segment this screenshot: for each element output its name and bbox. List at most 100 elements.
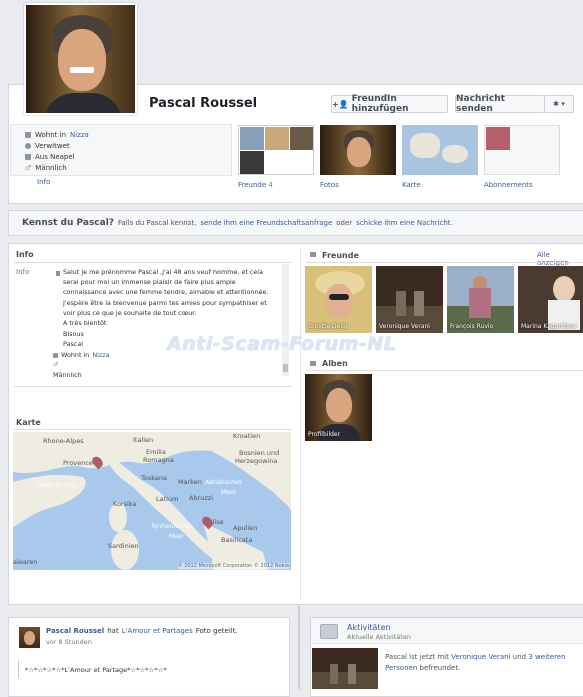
- map-label: Bosnien und: [239, 449, 280, 457]
- activity-friend-link[interactable]: Veronique Verani: [451, 653, 510, 661]
- photos-tile[interactable]: [320, 125, 396, 175]
- map-label: Toskana: [141, 474, 167, 482]
- friend-name: François Ruvio: [450, 323, 494, 330]
- map-label: Basilicata: [221, 536, 253, 544]
- post-timestamp[interactable]: vor 8 Stunden: [46, 638, 92, 646]
- map-tile[interactable]: [402, 125, 478, 175]
- activity-icon: [320, 624, 338, 639]
- about-item-hometown: Aus Neapel: [25, 151, 231, 162]
- map-label: Italien: [133, 436, 154, 444]
- album-card[interactable]: Profilbilder: [305, 374, 372, 441]
- residence-link[interactable]: Nizza: [70, 131, 89, 139]
- profile-picture[interactable]: [24, 3, 137, 115]
- know-pascal-bar: Kennst du Pascal? Falls du Pascal kennst…: [8, 210, 583, 236]
- home-icon: [25, 131, 31, 138]
- map-label: Herzegowina: [235, 457, 278, 465]
- friends-see-all-link[interactable]: Alle anzeigen: [537, 251, 583, 267]
- post-author[interactable]: Pascal Roussel: [46, 627, 104, 635]
- home-icon: [53, 352, 58, 358]
- add-friend-icon: +👤: [332, 99, 349, 109]
- profile-name[interactable]: Pascal Roussel: [149, 96, 257, 111]
- info-bottom-divider: [14, 386, 292, 387]
- map-label: Rhone-Alpes: [43, 437, 84, 445]
- about-item-gender: ♂ Männlich: [25, 163, 67, 172]
- gender-icon: ♂: [53, 361, 59, 368]
- friends-tile[interactable]: [238, 125, 314, 175]
- know-pascal-title: Kennst du Pascal?: [22, 218, 115, 228]
- about-box: Wohnt in Nizza Verwitwet Aus Neapel ♂ Mä…: [10, 124, 232, 176]
- friend-card[interactable]: Veronique Verani: [376, 266, 443, 333]
- timeline-spine: [298, 606, 300, 689]
- post-header: Pascal Roussel hat L'Amour et Partages F…: [46, 627, 238, 635]
- map-label: Korsika: [113, 500, 137, 508]
- map-label: Golfe du Lion: [37, 482, 77, 489]
- watermark-text: Anti-Scam-Forum-NL: [167, 333, 397, 355]
- friends-divider: [306, 262, 583, 263]
- map-label: Sardinien: [108, 542, 139, 550]
- map-attribution: © 2012 Microsoft Corporation © 2012 Noki…: [177, 563, 289, 569]
- map-label: Kroatien: [233, 432, 261, 440]
- map-label: Adriatisches: [205, 479, 242, 486]
- friend-name: Veronique Verani: [379, 323, 430, 330]
- friends-heading[interactable]: Freunde: [322, 251, 359, 260]
- photos-tile-label[interactable]: Fotos: [320, 181, 339, 189]
- post-page-link[interactable]: L'Amour et Partages: [122, 627, 193, 635]
- map-label: Apulien: [233, 524, 258, 532]
- albums-divider: [306, 370, 583, 371]
- info-signoff-2: Bisous: [63, 330, 84, 338]
- map-tile-label[interactable]: Karte: [402, 181, 421, 189]
- info-link[interactable]: Info: [37, 178, 50, 186]
- subscriptions-tile-label[interactable]: Abonnements: [484, 181, 533, 189]
- send-message-link[interactable]: schicke ihm eine Nachricht.: [356, 219, 453, 227]
- map-divider: [14, 429, 292, 430]
- gear-icon: ✱ ▾: [553, 100, 565, 108]
- subscriptions-tile[interactable]: [484, 125, 560, 175]
- albums-icon: [310, 361, 316, 366]
- info-bullet-icon: [56, 271, 60, 276]
- albums-heading[interactable]: Alben: [322, 359, 348, 368]
- info-gender: Männlich: [53, 371, 82, 379]
- info-label: Info: [16, 268, 30, 276]
- map-widget[interactable]: Rhone-Alpes Italien Kroatien Bosnien und…: [13, 432, 291, 570]
- activity-thumbnail[interactable]: [312, 648, 378, 689]
- info-heading: Info: [16, 250, 34, 259]
- heart-icon: [25, 142, 31, 149]
- about-item-relationship: Verwitwet: [25, 140, 231, 151]
- post-avatar[interactable]: [19, 627, 40, 648]
- map-label: Emilia: [146, 448, 166, 456]
- send-message-button[interactable]: Nachricht senden: [455, 94, 545, 114]
- about-item-residence: Wohnt in Nizza: [25, 129, 231, 140]
- info-residence-link[interactable]: Nizza: [92, 351, 109, 359]
- friend-request-link[interactable]: sende ihm eine Freundschaftsanfrage: [200, 219, 332, 227]
- activity-title[interactable]: Aktivitäten: [347, 623, 391, 632]
- map-label: Provence: [63, 459, 93, 467]
- album-name: Profilbilder: [308, 431, 341, 438]
- info-residence: Wohnt in Nizza: [53, 351, 110, 359]
- friend-card[interactable]: Brigitte Delor: [305, 266, 372, 333]
- friends-icon: [310, 252, 316, 257]
- friend-name: Marina Kaganitsov: [521, 323, 577, 330]
- settings-dropdown-button[interactable]: ✱ ▾: [544, 95, 574, 113]
- info-signoff-1: A très bientôt: [63, 319, 107, 327]
- map-label: Abruzzi: [189, 494, 213, 502]
- column-divider: [300, 248, 301, 600]
- map-label: Meer: [169, 533, 185, 540]
- info-scrollbar[interactable]: [282, 264, 289, 376]
- activity-text: Pascal ist jetzt mit Veronique Verani un…: [385, 653, 566, 672]
- post-content: *☆*☆*☆*☆*L'Amour et Partage*☆*☆*☆*☆*: [25, 666, 167, 674]
- map-label: Tyrrhenisches: [151, 523, 193, 530]
- map-label: Meer: [221, 489, 237, 496]
- map-label: Latium: [156, 495, 179, 503]
- map-heading: Karte: [16, 418, 41, 427]
- gender-icon: ♂: [25, 163, 32, 172]
- friend-card[interactable]: François Ruvio: [447, 266, 514, 333]
- friend-card[interactable]: Marina Kaganitsov: [518, 266, 583, 333]
- info-divider: [14, 262, 292, 263]
- friends-tile-label[interactable]: Freunde 4: [238, 181, 273, 189]
- activity-subtitle: Aktuelle Aktivitäten: [347, 633, 411, 641]
- map-label: Marken: [178, 478, 202, 486]
- location-icon: [25, 153, 31, 160]
- map-label: Romagna: [143, 456, 174, 464]
- add-friend-button[interactable]: +👤 FreundIn hinzufügen: [331, 94, 448, 114]
- friend-name: Brigitte Delor: [308, 323, 349, 330]
